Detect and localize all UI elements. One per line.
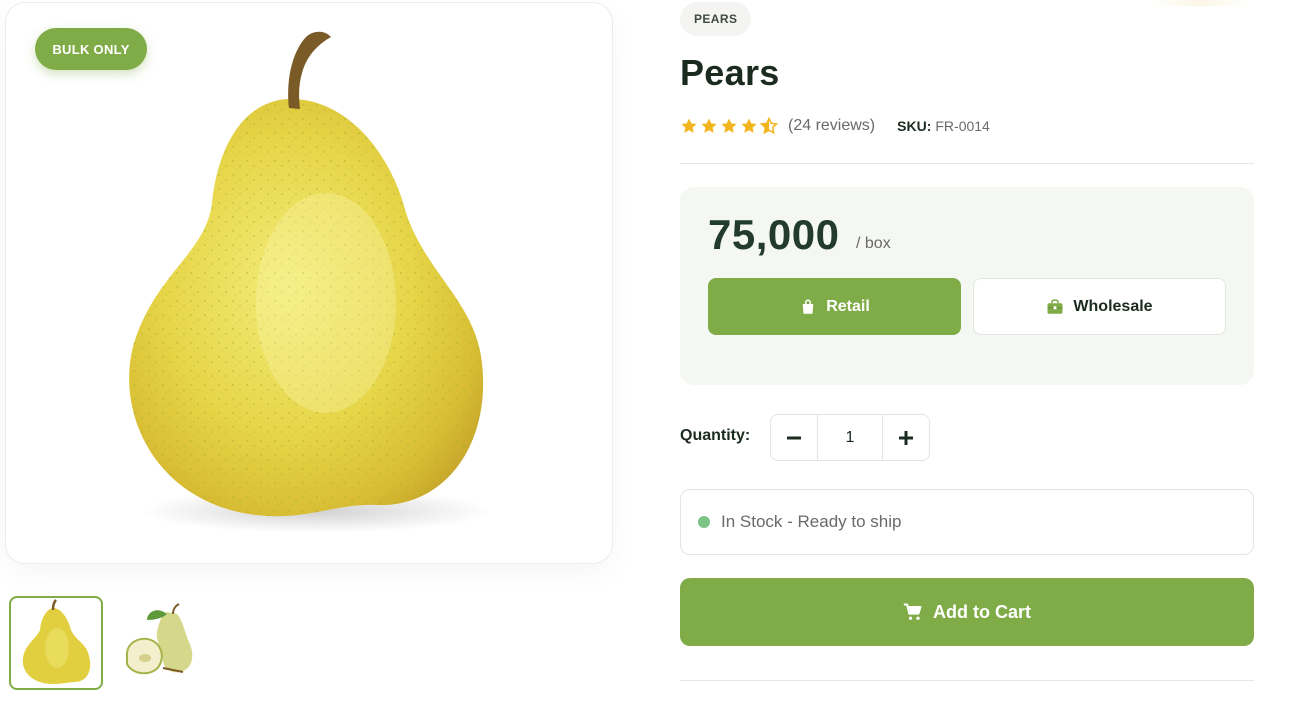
wholesale-label: Wholesale [1073,297,1153,315]
stock-status: In Stock - Ready to ship [680,489,1254,555]
sku-value: FR-0014 [935,118,990,134]
product-title: Pears [680,52,780,93]
stock-text: In Stock - Ready to ship [721,512,902,531]
main-product-image[interactable]: BULK ONLY [5,2,613,564]
price-unit: / box [856,235,891,252]
quantity-label: Quantity: [680,427,751,444]
quantity-decrement-button[interactable] [771,415,817,460]
bulk-only-badge: BULK ONLY [35,28,147,70]
cart-icon [903,603,922,620]
briefcase-icon [1047,299,1063,314]
retail-button[interactable]: Retail [708,278,961,335]
star-half-icon [760,117,778,135]
divider [680,163,1254,164]
add-to-cart-button[interactable]: Add to Cart [680,578,1254,646]
sku-label: SKU: [897,118,932,134]
plus-icon [899,430,913,445]
star-rating [680,117,778,135]
pear-thumbnail-image [22,599,91,684]
category-tag[interactable]: PEARS [680,2,752,36]
wholesale-button[interactable]: Wholesale [973,278,1226,335]
pear-image [129,31,491,533]
rating-row: (24 reviews) SKU: FR-0014 [680,114,990,138]
quantity-increment-button[interactable] [883,415,929,460]
quantity-stepper: 1 [770,414,930,461]
star-full-icon [701,118,717,133]
price-box: 75,000 / box Retail Wholesale [680,187,1254,385]
price: 75,000 [708,211,840,258]
star-full-icon [721,118,737,133]
add-to-cart-label: Add to Cart [933,601,1031,622]
top-decoration [1150,0,1250,6]
quantity-input[interactable]: 1 [817,415,883,460]
reviews-count[interactable]: (24 reviews) [788,117,875,135]
minus-icon [787,436,801,439]
star-full-icon [681,118,697,133]
divider [680,680,1254,681]
retail-label: Retail [826,297,870,315]
pear-halved-thumbnail-image [126,603,193,675]
stock-indicator-dot [698,516,710,528]
thumbnail-pear-halved[interactable] [115,596,209,690]
thumbnail-pear-whole[interactable] [9,596,103,690]
star-full-icon [741,118,757,133]
shopping-bag-icon [802,299,814,314]
